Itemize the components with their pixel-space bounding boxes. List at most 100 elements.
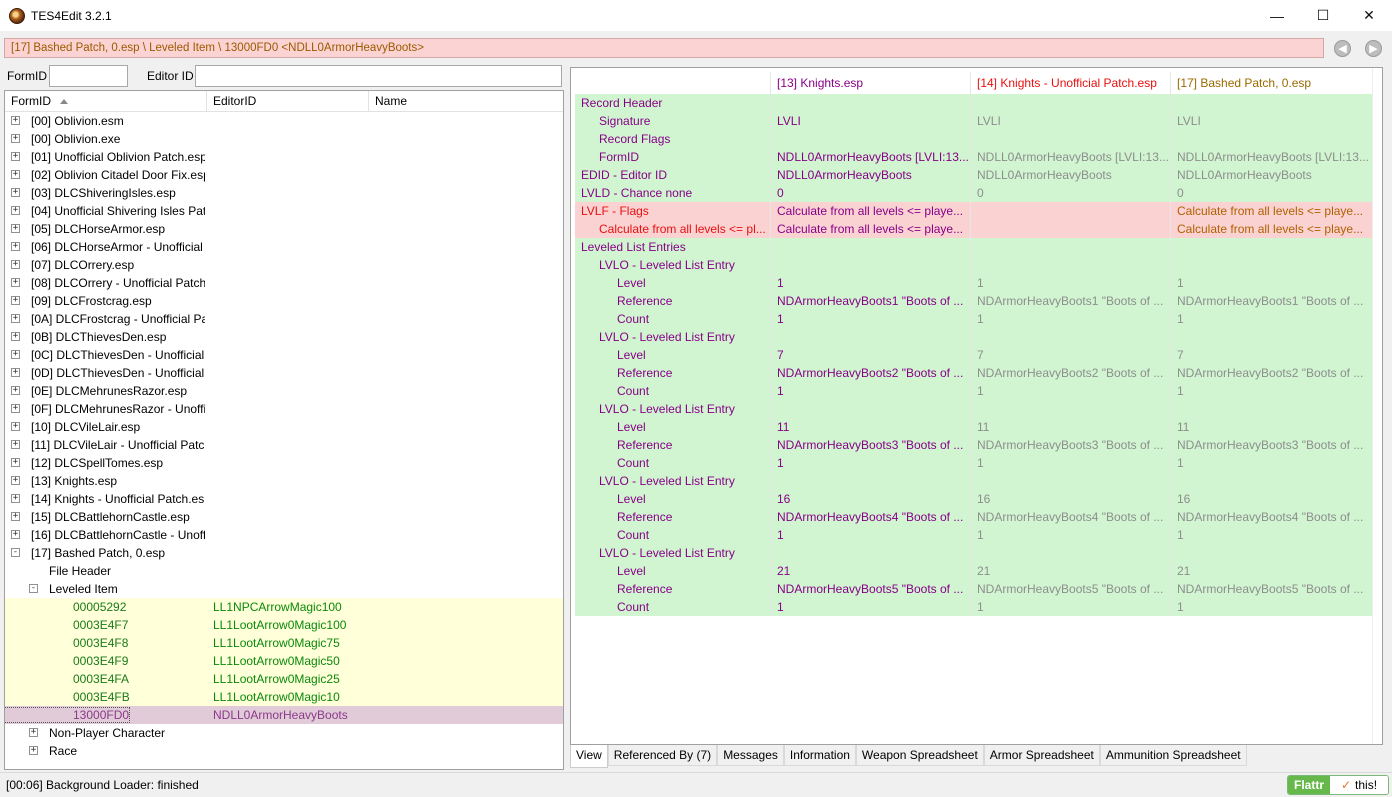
record-row-value[interactable]: 1	[771, 310, 971, 328]
tree-row[interactable]: + [13] Knights.esp	[5, 472, 563, 490]
tree-row[interactable]: + [0F] DLCMehrunesRazor - Unofficial Patc…	[5, 400, 563, 418]
record-row[interactable]: Count 1 1 1	[575, 310, 1372, 328]
record-row-value[interactable]: 1	[1171, 382, 1372, 400]
record-row-value[interactable]: 0	[771, 184, 971, 202]
record-row-value[interactable]	[971, 256, 1171, 274]
record-row-value[interactable]: Calculate from all levels <= playe...	[1171, 220, 1372, 238]
record-row[interactable]: FormID NDLL0ArmorHeavyBoots [LVLI:13... ND…	[575, 148, 1372, 166]
expand-icon[interactable]: +	[11, 242, 20, 251]
plugin-tree[interactable]: FormID EditorID Name + [00] Oblivion.esm +…	[4, 90, 564, 770]
record-row-value[interactable]: NDArmorHeavyBoots4 "Boots of ...	[1171, 508, 1372, 526]
record-row-value[interactable]: 1	[971, 310, 1171, 328]
record-row[interactable]: Level 7 7 7	[575, 346, 1372, 364]
tree-row[interactable]: + [11] DLCVileLair - Unofficial Patch.esp	[5, 436, 563, 454]
record-row[interactable]: Calculate from all levels <= pl... Calcul…	[575, 220, 1372, 238]
record-row-value[interactable]: 0	[1171, 184, 1372, 202]
record-row-value[interactable]	[971, 202, 1171, 220]
tree-row[interactable]: - [17] Bashed Patch, 0.esp	[5, 544, 563, 562]
formid-filter-input[interactable]	[49, 65, 128, 87]
record-row[interactable]: LVLO - Leveled List Entry	[575, 328, 1372, 346]
maximize-button[interactable]: ☐	[1300, 0, 1346, 31]
tab-armor-spreadsheet[interactable]: Armor Spreadsheet	[983, 745, 1100, 766]
expand-icon[interactable]: +	[11, 530, 20, 539]
record-row-value[interactable]	[971, 220, 1171, 238]
tree-row[interactable]: + [10] DLCVileLair.esp	[5, 418, 563, 436]
expand-icon[interactable]: +	[11, 350, 20, 359]
record-row-value[interactable]	[771, 94, 971, 112]
column-formid[interactable]: FormID	[5, 91, 207, 112]
record-row-value[interactable]	[971, 328, 1171, 346]
record-row-value[interactable]: 1	[771, 274, 971, 292]
expand-icon[interactable]: +	[11, 314, 20, 323]
record-row-value[interactable]: 1	[971, 454, 1171, 472]
pane-splitter[interactable]	[564, 66, 568, 771]
record-row[interactable]: Reference NDArmorHeavyBoots3 "Boots of ..…	[575, 436, 1372, 454]
expand-icon[interactable]: +	[11, 260, 20, 269]
record-row-value[interactable]: NDArmorHeavyBoots3 "Boots of ...	[971, 436, 1171, 454]
tree-row[interactable]: + [0A] DLCFrostcrag - Unofficial Patch.es…	[5, 310, 563, 328]
tab-messages[interactable]: Messages	[717, 745, 784, 766]
record-row-value[interactable]: NDLL0ArmorHeavyBoots	[1171, 166, 1372, 184]
record-row-value[interactable]: 16	[771, 490, 971, 508]
record-row-value[interactable]: 1	[771, 526, 971, 544]
tree-row[interactable]: + [02] Oblivion Citadel Door Fix.esp	[5, 166, 563, 184]
record-row-value[interactable]: 1	[971, 382, 1171, 400]
record-row-value[interactable]: NDLL0ArmorHeavyBoots [LVLI:13...	[971, 148, 1171, 166]
back-button[interactable]: ◀	[1334, 40, 1351, 57]
record-row-value[interactable]: 7	[971, 346, 1171, 364]
record-row-value[interactable]	[1171, 130, 1372, 148]
expand-icon[interactable]: +	[11, 224, 20, 233]
record-row-value[interactable]	[771, 328, 971, 346]
tree-row[interactable]: + [05] DLCHorseArmor.esp	[5, 220, 563, 238]
record-row[interactable]: Count 1 1 1	[575, 454, 1372, 472]
record-row-value[interactable]	[971, 130, 1171, 148]
forward-button[interactable]: ▶	[1365, 40, 1382, 57]
expand-icon[interactable]: +	[29, 728, 38, 737]
expand-icon[interactable]: +	[11, 170, 20, 179]
record-row-value[interactable]: 7	[771, 346, 971, 364]
record-row-value[interactable]: NDLL0ArmorHeavyBoots	[771, 166, 971, 184]
record-row[interactable]: Reference NDArmorHeavyBoots1 "Boots of ..…	[575, 292, 1372, 310]
record-row-value[interactable]: 1	[971, 526, 1171, 544]
expand-icon[interactable]: +	[11, 512, 20, 521]
collapse-icon[interactable]: -	[11, 548, 20, 557]
column-header-knights[interactable]: [13] Knights.esp	[771, 72, 971, 94]
tree-row[interactable]: 0003E4F8 LL1LootArrow0Magic75	[5, 634, 563, 652]
record-row-value[interactable]	[771, 544, 971, 562]
tab-weapon-spreadsheet[interactable]: Weapon Spreadsheet	[855, 745, 984, 766]
tree-row[interactable]: + [06] DLCHorseArmor - Unofficial Patch.e…	[5, 238, 563, 256]
expand-icon[interactable]: +	[11, 332, 20, 341]
record-row-value[interactable]: 1	[771, 598, 971, 616]
tree-row[interactable]: + [00] Oblivion.exe	[5, 130, 563, 148]
record-row-value[interactable]: Calculate from all levels <= playe...	[771, 202, 971, 220]
record-row-value[interactable]	[771, 472, 971, 490]
record-row[interactable]: LVLO - Leveled List Entry	[575, 472, 1372, 490]
record-row[interactable]: LVLO - Leveled List Entry	[575, 256, 1372, 274]
column-header-knights-unofficial[interactable]: [14] Knights - Unofficial Patch.esp	[971, 72, 1171, 94]
record-row-value[interactable]	[971, 400, 1171, 418]
record-row[interactable]: LVLD - Chance none 0 0 0	[575, 184, 1372, 202]
tree-row[interactable]: + Non-Player Character	[5, 724, 563, 742]
record-row-value[interactable]: Calculate from all levels <= playe...	[1171, 202, 1372, 220]
tree-row[interactable]: + Race	[5, 742, 563, 760]
expand-icon[interactable]: +	[29, 746, 38, 755]
expand-icon[interactable]: +	[11, 296, 20, 305]
record-row-value[interactable]: 11	[1171, 418, 1372, 436]
tree-row[interactable]: + [04] Unofficial Shivering Isles Patch.e…	[5, 202, 563, 220]
record-row-value[interactable]	[771, 400, 971, 418]
record-row[interactable]: Leveled List Entries	[575, 238, 1372, 256]
record-row-value[interactable]: LVLI	[1171, 112, 1372, 130]
expand-icon[interactable]: +	[11, 368, 20, 377]
record-row-value[interactable]: NDArmorHeavyBoots5 "Boots of ...	[971, 580, 1171, 598]
record-row[interactable]: Count 1 1 1	[575, 598, 1372, 616]
expand-icon[interactable]: +	[11, 422, 20, 431]
record-row-value[interactable]: 11	[971, 418, 1171, 436]
tree-row[interactable]: + [07] DLCOrrery.esp	[5, 256, 563, 274]
expand-icon[interactable]: +	[11, 278, 20, 287]
record-row[interactable]: LVLF - Flags Calculate from all levels <=…	[575, 202, 1372, 220]
record-row-value[interactable]: 16	[1171, 490, 1372, 508]
record-row-value[interactable]	[1171, 328, 1372, 346]
tree-row[interactable]: + [0E] DLCMehrunesRazor.esp	[5, 382, 563, 400]
tree-row[interactable]: 13000FD0 NDLL0ArmorHeavyBoots	[5, 706, 563, 724]
record-row-value[interactable]: NDArmorHeavyBoots3 "Boots of ...	[771, 436, 971, 454]
